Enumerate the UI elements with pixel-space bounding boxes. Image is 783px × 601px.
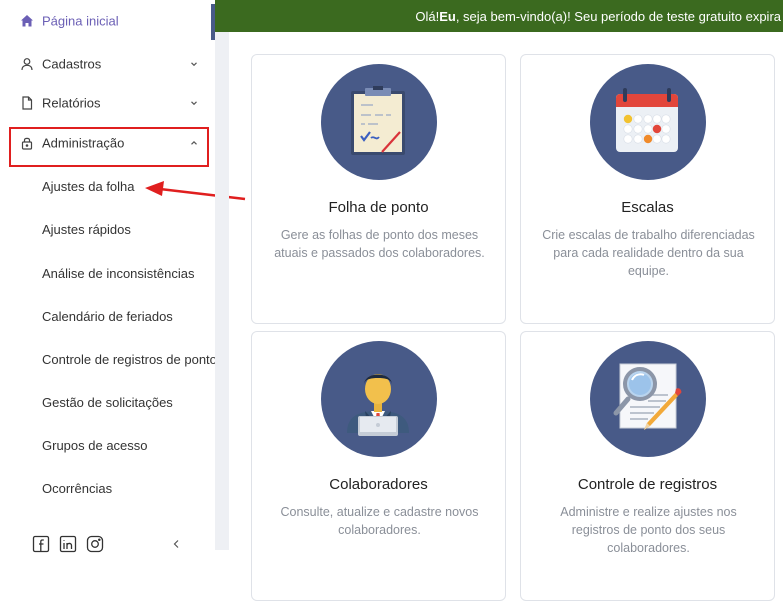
card-description: Administre e realize ajustes nos registr… xyxy=(560,505,737,555)
magnifier-document-icon xyxy=(590,341,706,457)
card-folha-ponto[interactable]: Folha de ponto Gere as folhas de ponto d… xyxy=(251,54,506,324)
sidebar-item-label: Relatórios xyxy=(42,95,101,111)
home-icon xyxy=(19,13,35,29)
card-title: Colaboradores xyxy=(329,476,428,493)
instagram-icon[interactable] xyxy=(86,535,104,553)
trial-banner: Olá! Eu, seja bem-vindo(a)! Seu período … xyxy=(215,0,783,32)
sidebar-item-relatorios[interactable]: Relatórios xyxy=(0,83,215,123)
chevron-down-icon xyxy=(188,97,200,109)
timesheet-icon xyxy=(321,64,437,180)
submenu-item-controle-registros[interactable]: Controle de registros de ponto xyxy=(42,352,217,367)
sidebar-item-home[interactable]: Página inicial xyxy=(0,1,215,41)
employee-icon xyxy=(321,341,437,457)
card-title: Controle de registros xyxy=(577,476,718,493)
file-icon xyxy=(19,95,35,111)
submenu-item-grupos-acesso[interactable]: Grupos de acesso xyxy=(42,438,148,453)
submenu-item-calendario-feriados[interactable]: Calendário de feriados xyxy=(42,309,173,324)
card-escalas[interactable]: Escalas Crie escalas de trabalho diferen… xyxy=(520,54,775,324)
card-controle-registros[interactable]: Controle de registros Administre e reali… xyxy=(520,331,775,601)
card-description: Gere as folhas de ponto dos meses atuais… xyxy=(274,228,485,260)
chevron-down-icon xyxy=(188,58,200,70)
sidebar-item-cadastros[interactable]: Cadastros xyxy=(0,44,215,84)
submenu-item-ajustes-folha[interactable]: Ajustes da folha xyxy=(42,179,135,194)
banner-suffix: , seja bem-vindo(a)! Seu período de test… xyxy=(455,8,781,24)
banner-user: Eu xyxy=(439,8,456,24)
sidebar-item-label: Cadastros xyxy=(42,56,102,72)
calendar-icon xyxy=(590,64,706,180)
sidebar-scroll-track xyxy=(215,32,229,550)
sidebar-item-label: Página inicial xyxy=(42,13,119,29)
card-title: Folha de ponto xyxy=(328,199,429,216)
submenu-item-ocorrencias[interactable]: Ocorrências xyxy=(42,481,112,496)
card-colaboradores[interactable]: Colaboradores Consulte, atualize e cadas… xyxy=(251,331,506,601)
sidebar: Página inicial Cadastros Relatórios Admi… xyxy=(0,0,217,553)
user-icon xyxy=(19,56,35,72)
facebook-icon[interactable] xyxy=(32,535,50,553)
linkedin-icon[interactable] xyxy=(59,535,77,553)
collapse-icon[interactable] xyxy=(168,535,186,553)
submenu-item-gestao-solicitacoes[interactable]: Gestão de solicitações xyxy=(42,395,173,410)
card-description: Consulte, atualize e cadastre novos cola… xyxy=(280,505,479,537)
banner-prefix: Olá! xyxy=(415,8,440,24)
card-title: Escalas xyxy=(621,199,674,216)
card-description: Crie escalas de trabalho diferenciadas p… xyxy=(542,228,755,278)
highlight-box xyxy=(9,127,209,167)
submenu-item-analise-inconsistencias[interactable]: Análise de inconsistências xyxy=(42,266,194,281)
submenu-item-ajustes-rapidos[interactable]: Ajustes rápidos xyxy=(42,222,131,237)
